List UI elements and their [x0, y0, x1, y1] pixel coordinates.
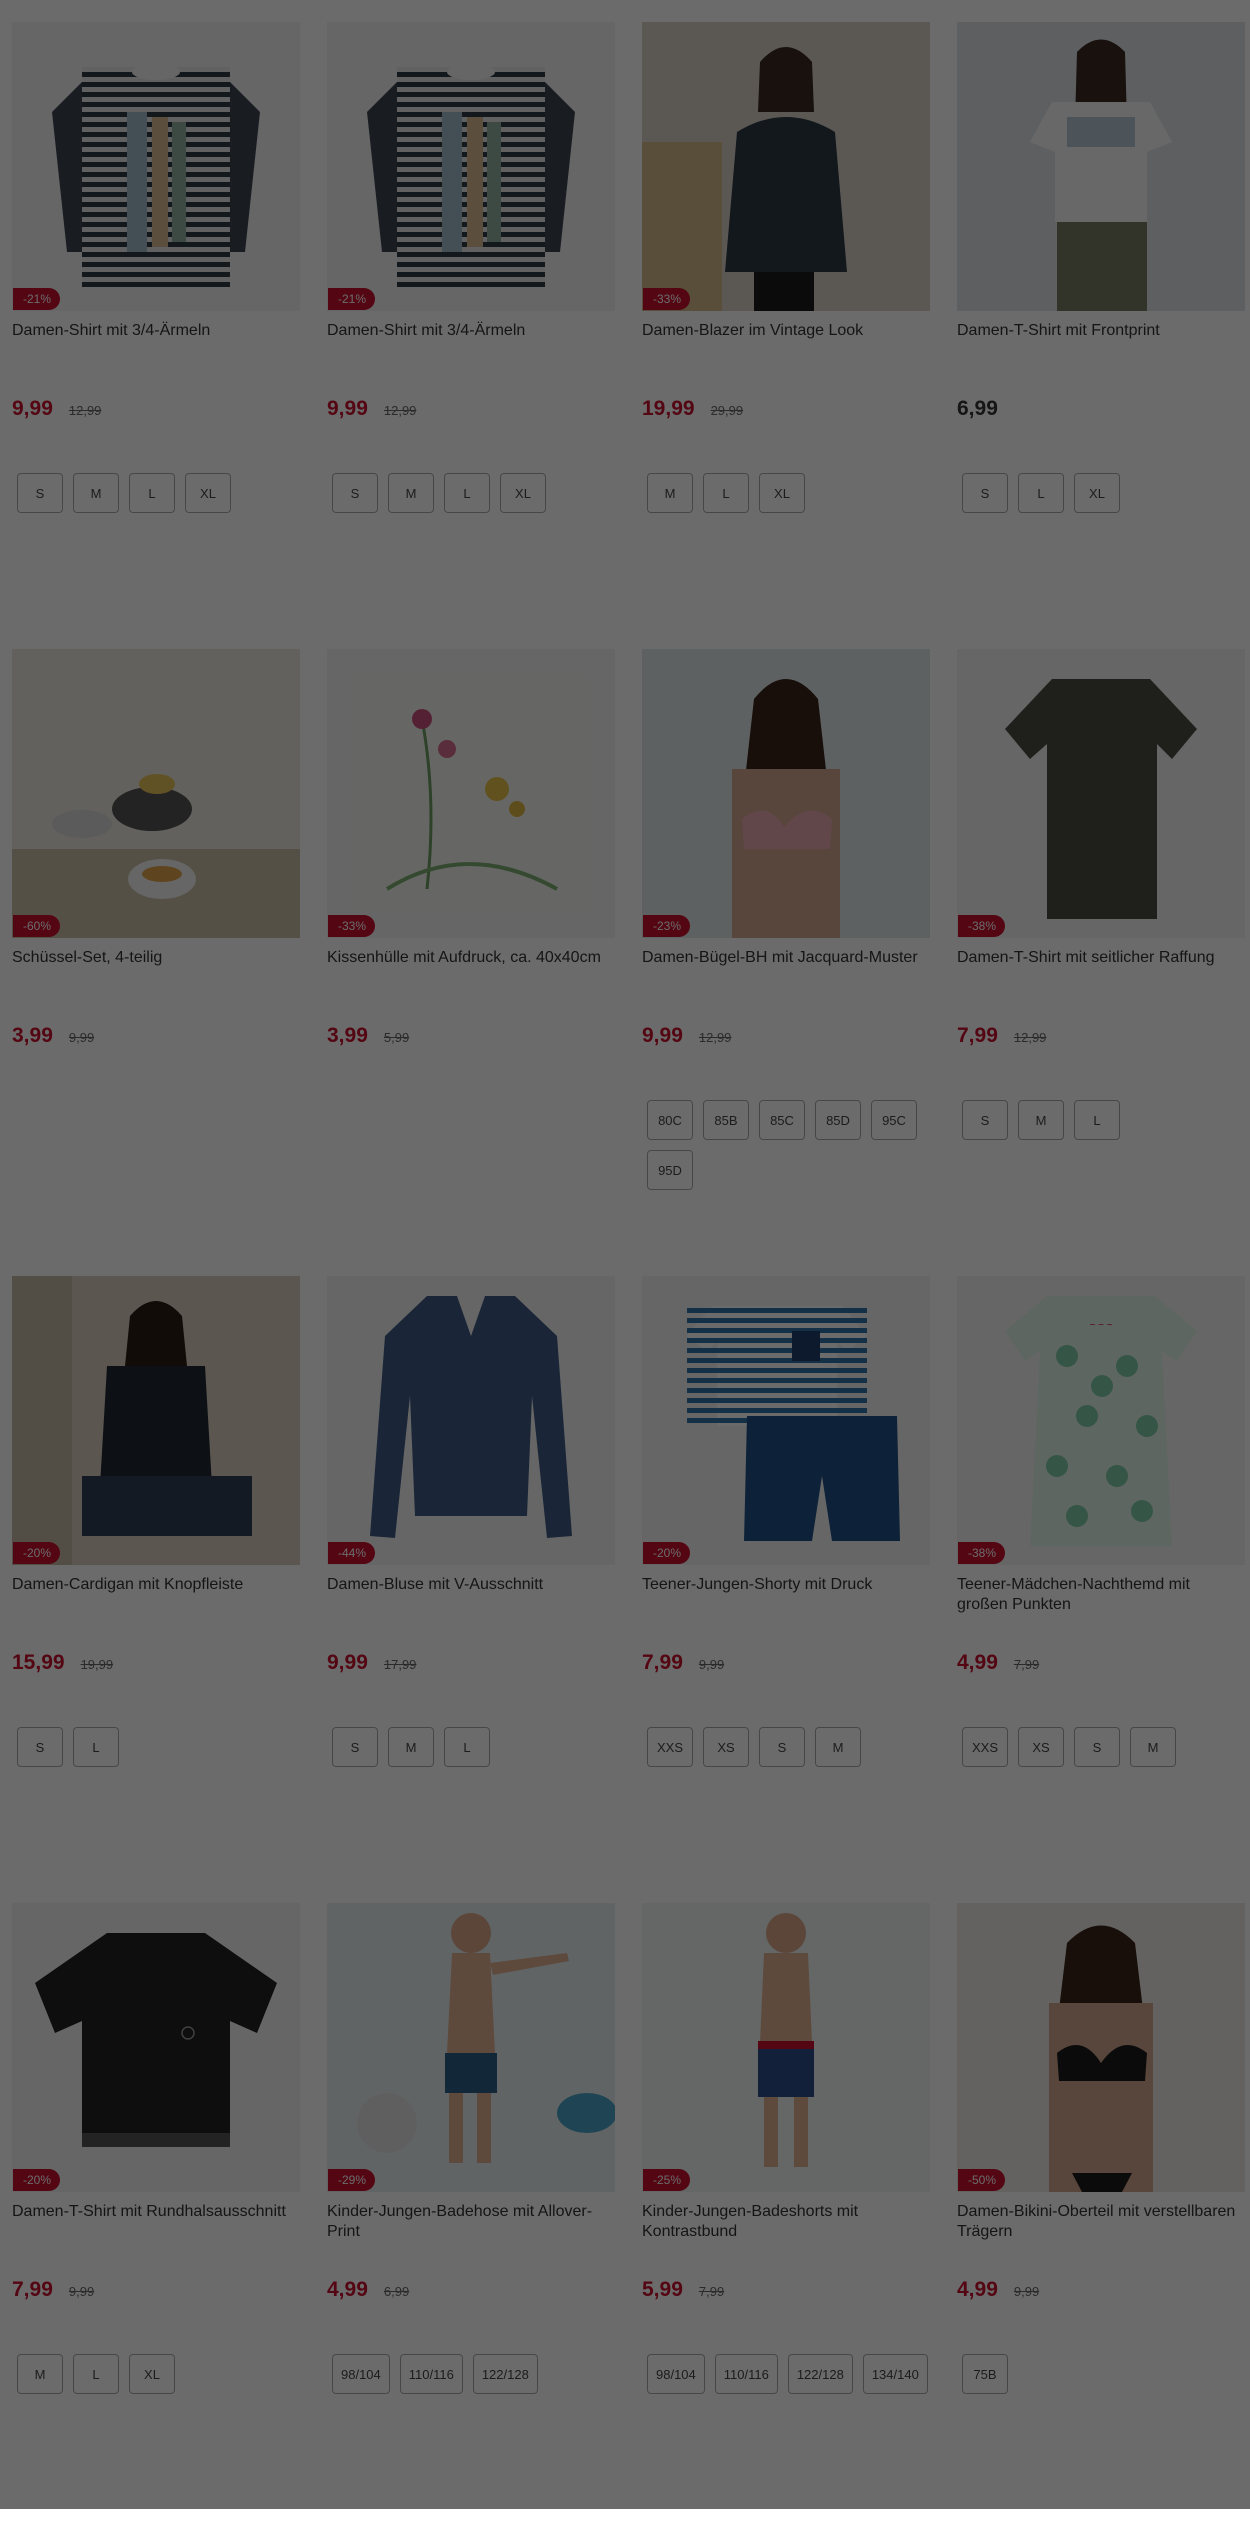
modal-backdrop-overlay[interactable]	[0, 0, 1250, 2509]
